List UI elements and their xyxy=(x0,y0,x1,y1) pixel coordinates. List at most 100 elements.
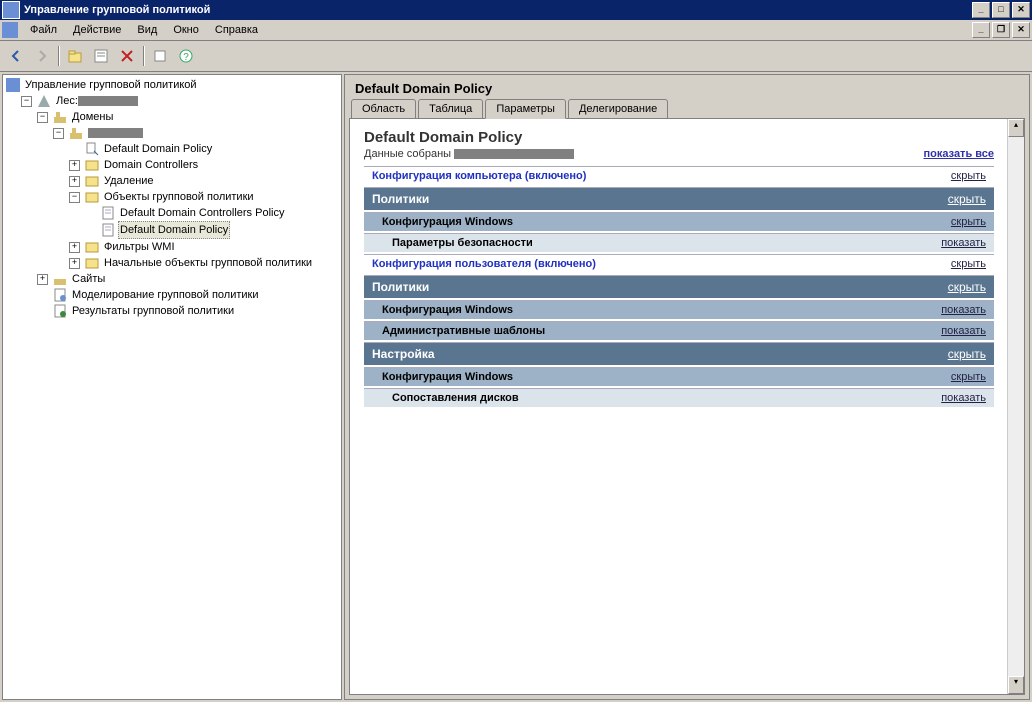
tree-ddp-link[interactable]: Default Domain Policy xyxy=(69,141,339,157)
section-header: Конфигурация Windows xyxy=(382,216,513,228)
show-all-link[interactable]: показать все xyxy=(924,148,995,160)
tab-details[interactable]: Таблица xyxy=(418,99,483,119)
redacted-text xyxy=(454,149,574,159)
toggle-link[interactable]: скрыть xyxy=(948,280,986,294)
minimize-button[interactable]: _ xyxy=(972,2,990,18)
svg-text:?: ? xyxy=(183,52,189,63)
menu-action[interactable]: Действие xyxy=(65,22,129,38)
expand-icon[interactable]: + xyxy=(69,160,80,171)
section-header: Сопоставления дисков xyxy=(392,392,519,404)
forward-button[interactable] xyxy=(30,44,54,68)
domain-icon xyxy=(68,125,84,141)
report: Default Domain Policy Данные собраны пок… xyxy=(350,119,1008,419)
properties-button[interactable] xyxy=(89,44,113,68)
toggle-link[interactable]: скрыть xyxy=(948,347,986,361)
refresh-button[interactable] xyxy=(148,44,172,68)
starter-gpo-icon xyxy=(84,255,100,271)
tree-dc[interactable]: +Domain Controllers xyxy=(69,157,339,173)
tree-pane[interactable]: Управление групповой политикой − Лес: xyxy=(2,74,342,700)
section-header: Конфигурация компьютера (включено) xyxy=(372,170,586,182)
app-icon xyxy=(2,1,20,19)
tree-forest[interactable]: − Лес: xyxy=(21,93,339,109)
expand-icon[interactable]: + xyxy=(69,176,80,187)
help-button[interactable]: ? xyxy=(174,44,198,68)
mdi-minimize-button[interactable]: _ xyxy=(972,22,990,38)
toolbar: ? xyxy=(0,41,1032,72)
expand-icon[interactable]: + xyxy=(69,258,80,269)
menu-window[interactable]: Окно xyxy=(165,22,207,38)
menu-view[interactable]: Вид xyxy=(129,22,165,38)
toggle-link[interactable]: показать xyxy=(941,325,986,337)
tree-results[interactable]: Результаты групповой политики xyxy=(37,303,339,319)
report-row: Административные шаблоны показать xyxy=(364,321,994,340)
tree-modeling[interactable]: Моделирование групповой политики xyxy=(37,287,339,303)
workspace: Управление групповой политикой − Лес: xyxy=(0,72,1032,702)
app-menu-icon[interactable] xyxy=(2,22,18,38)
tree-domains[interactable]: − Домены xyxy=(37,109,339,125)
scrollbar[interactable]: ▴ ▾ xyxy=(1007,119,1024,694)
modeling-icon xyxy=(52,287,68,303)
collapse-icon[interactable]: − xyxy=(69,192,80,203)
close-button[interactable]: ✕ xyxy=(1012,2,1030,18)
toggle-link[interactable]: скрыть xyxy=(948,192,986,206)
section-header: Настройка xyxy=(372,347,435,361)
gpo-folder-icon xyxy=(84,189,100,205)
back-button[interactable] xyxy=(4,44,28,68)
mdi-close-button[interactable]: ✕ xyxy=(1012,22,1030,38)
scroll-down-button[interactable]: ▾ xyxy=(1008,676,1024,694)
toggle-link[interactable]: показать xyxy=(941,237,986,249)
collapse-icon[interactable]: − xyxy=(37,112,48,123)
titlebar: Управление групповой политикой _ □ ✕ xyxy=(0,0,1032,20)
tree-ddp-selected[interactable]: Default Domain Policy xyxy=(85,221,339,239)
collapse-icon[interactable]: − xyxy=(21,96,32,107)
maximize-button[interactable]: □ xyxy=(992,2,1010,18)
tabs: Область Таблица Параметры Делегирование xyxy=(345,98,1029,118)
tree-sites[interactable]: +Сайты xyxy=(37,271,339,287)
report-row: Политикискрыть xyxy=(364,187,994,210)
redacted-text xyxy=(78,96,138,106)
toggle-link[interactable]: показать xyxy=(941,304,986,316)
toggle-link[interactable]: показать xyxy=(941,392,986,404)
menu-help[interactable]: Справка xyxy=(207,22,266,38)
up-button[interactable] xyxy=(63,44,87,68)
mdi-restore-button[interactable]: ❐ xyxy=(992,22,1010,38)
tab-content: Default Domain Policy Данные собраны пок… xyxy=(349,118,1025,695)
tab-delegation[interactable]: Делегирование xyxy=(568,99,668,119)
tree-root[interactable]: Управление групповой политикой xyxy=(5,77,339,93)
results-icon xyxy=(52,303,68,319)
tree-starter[interactable]: +Начальные объекты групповой политики xyxy=(69,255,339,271)
toggle-link[interactable]: скрыть xyxy=(951,216,986,228)
report-row: Конфигурация Windowsпоказать xyxy=(364,300,994,319)
toggle-link[interactable]: скрыть xyxy=(951,170,986,182)
tab-scope[interactable]: Область xyxy=(351,99,416,119)
window-title: Управление групповой политикой xyxy=(24,4,972,16)
gpmc-icon xyxy=(5,77,21,93)
detail-title: Default Domain Policy xyxy=(345,75,1029,98)
tab-settings[interactable]: Параметры xyxy=(485,99,566,119)
report-row: Политикискрыть xyxy=(364,275,994,298)
tree-del[interactable]: +Удаление xyxy=(69,173,339,189)
delete-button[interactable] xyxy=(115,44,139,68)
scroll-up-button[interactable]: ▴ xyxy=(1008,119,1024,137)
gpo-link-icon xyxy=(84,141,100,157)
toggle-link[interactable]: скрыть xyxy=(951,258,986,270)
report-row: Настройка скрыть xyxy=(364,342,994,365)
section-header: Административные шаблоны xyxy=(382,325,545,337)
section-header: Конфигурация пользователя (включено) xyxy=(372,258,596,270)
tree: Управление групповой политикой − Лес: xyxy=(5,77,339,319)
ou-icon xyxy=(84,173,100,189)
report-row: Конфигурация пользователя (включено) скры… xyxy=(364,254,994,273)
redacted-text xyxy=(88,128,143,138)
tree-wmi[interactable]: +Фильтры WMI xyxy=(69,239,339,255)
expand-icon[interactable]: + xyxy=(37,274,48,285)
tree-ddcp[interactable]: Default Domain Controllers Policy xyxy=(85,205,339,221)
wmi-icon xyxy=(84,239,100,255)
toggle-link[interactable]: скрыть xyxy=(951,371,986,383)
expand-icon[interactable]: + xyxy=(69,242,80,253)
tree-domain[interactable]: − xyxy=(53,125,339,141)
menu-file[interactable]: Файл xyxy=(22,22,65,38)
report-row: Сопоставления дисков показать xyxy=(364,388,994,407)
collapse-icon[interactable]: − xyxy=(53,128,64,139)
section-header: Конфигурация Windows xyxy=(382,371,513,383)
tree-gpo-objects[interactable]: −Объекты групповой политики xyxy=(69,189,339,205)
